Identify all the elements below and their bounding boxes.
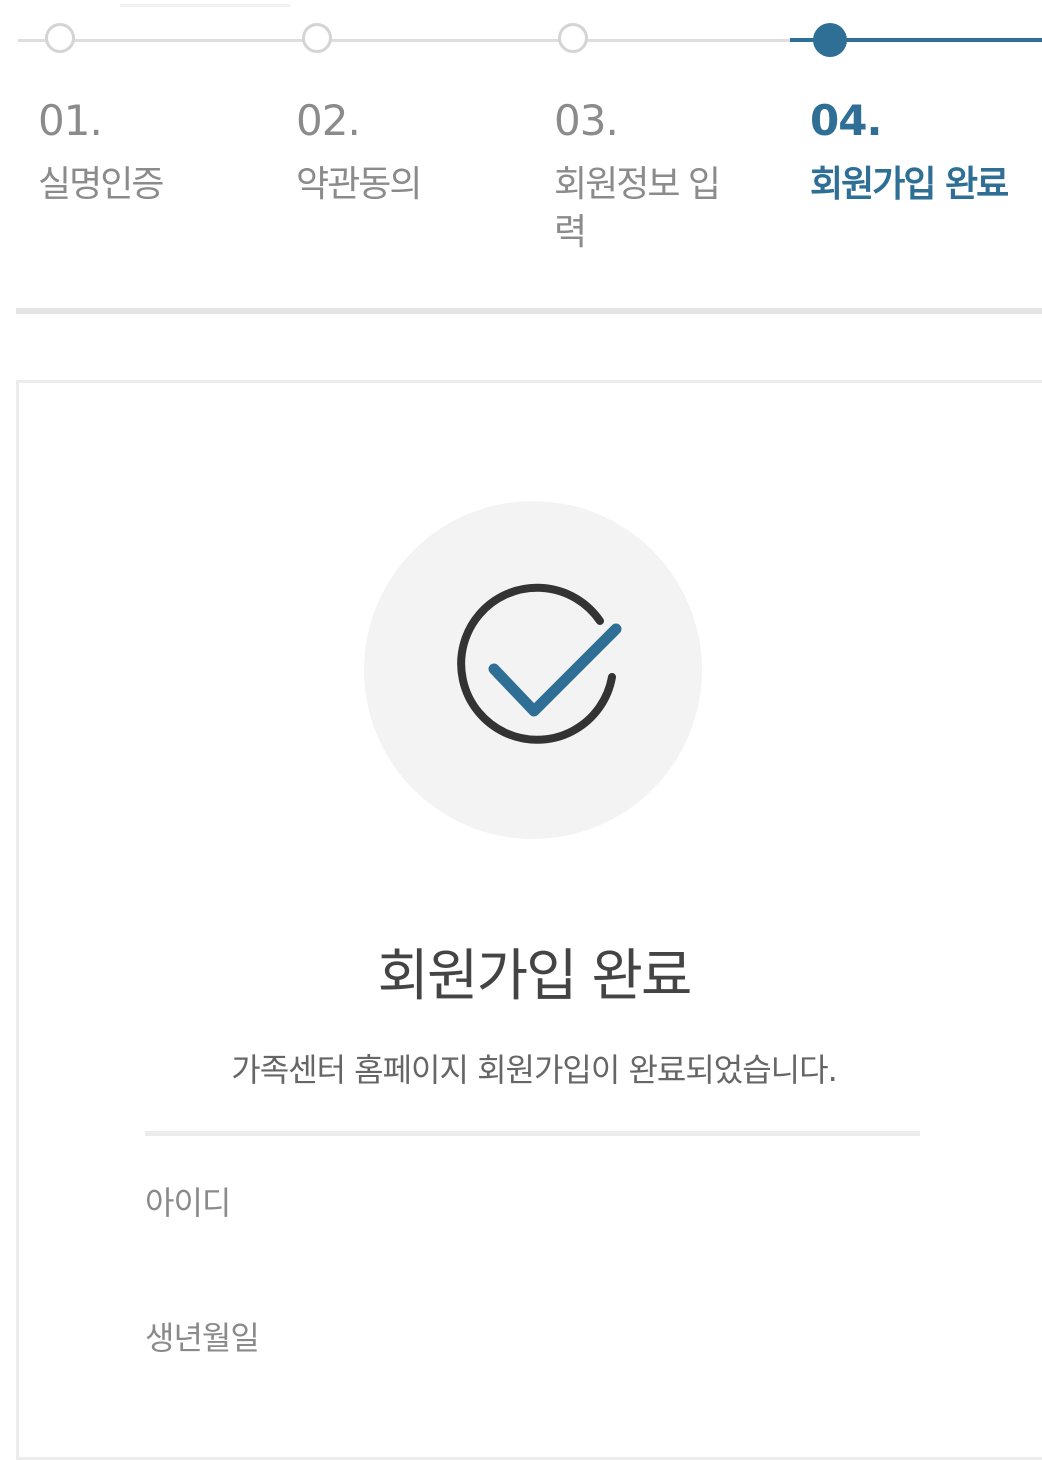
step-number: 03. [554, 96, 619, 145]
step-3-dot [558, 23, 588, 53]
step-number: 02. [296, 96, 361, 145]
info-divider [145, 1131, 920, 1136]
step-label: 회원가입 완료 [810, 164, 1009, 205]
step-2: 02. 약관동의 [296, 95, 506, 209]
step-3: 03. 회원정보 입력 [554, 95, 744, 257]
step-number: 04. [810, 96, 882, 145]
completion-card: 회원가입 완료 가족센터 홈페이지 회원가입이 완료되었습니다. 아이디 생년월… [16, 380, 1042, 1460]
step-label: 실명인증 [38, 164, 164, 205]
step-4-dot-active [813, 23, 847, 57]
step-number: 01. [38, 96, 103, 145]
step-label: 회원정보 입력 [554, 164, 721, 253]
step-4-current: 04. 회원가입 완료 [810, 95, 1010, 209]
step-2-dot [302, 23, 332, 53]
step-label: 약관동의 [296, 164, 422, 205]
signup-stepper: 01. 실명인증 02. 약관동의 03. 회원정보 입력 04. 회원가입 완… [0, 0, 1042, 320]
step-1-dot [45, 23, 75, 53]
completion-title: 회원가입 완료 [377, 944, 693, 1009]
completion-message: 가족센터 홈페이지 회원가입이 완료되었습니다. [231, 1051, 838, 1089]
stepper-divider [16, 308, 1042, 314]
step-1: 01. 실명인증 [38, 95, 248, 209]
top-divider-stub [120, 4, 290, 7]
info-row-user-id: 아이디 [145, 1184, 231, 1222]
check-circle-icon [364, 501, 702, 839]
info-row-birthdate: 생년월일 [145, 1319, 260, 1357]
